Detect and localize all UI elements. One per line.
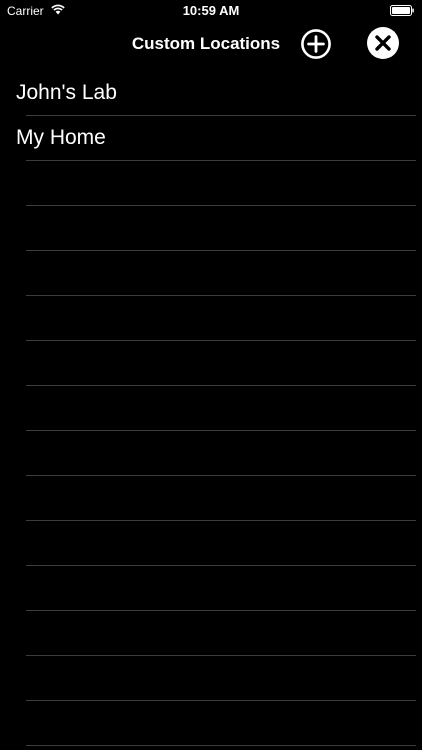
- empty-row: [0, 251, 422, 296]
- empty-row: [0, 386, 422, 431]
- empty-row: [0, 701, 422, 746]
- empty-row: [0, 656, 422, 701]
- status-time: 10:59 AM: [182, 3, 240, 18]
- add-location-button[interactable]: [300, 28, 332, 60]
- empty-row: [0, 521, 422, 566]
- close-button[interactable]: [367, 27, 399, 59]
- location-row[interactable]: My Home: [0, 116, 422, 161]
- location-label: John's Lab: [16, 81, 117, 104]
- empty-row: [0, 296, 422, 341]
- empty-row: [0, 566, 422, 611]
- close-circle-icon: [367, 27, 399, 59]
- empty-row: [0, 161, 422, 206]
- empty-row: [0, 431, 422, 476]
- navigation-bar: Custom Locations: [0, 22, 422, 66]
- status-bar: Carrier 10:59 AM: [0, 0, 422, 22]
- plus-circle-icon: [301, 29, 331, 59]
- battery-icon: [390, 5, 414, 16]
- empty-row: [0, 206, 422, 251]
- empty-row: [0, 341, 422, 386]
- page-title: Custom Locations: [131, 34, 281, 53]
- empty-row: [0, 611, 422, 656]
- locations-list: John's Lab My Home: [0, 71, 422, 750]
- empty-row: [0, 476, 422, 521]
- location-row[interactable]: John's Lab: [0, 71, 422, 116]
- location-label: My Home: [16, 126, 106, 149]
